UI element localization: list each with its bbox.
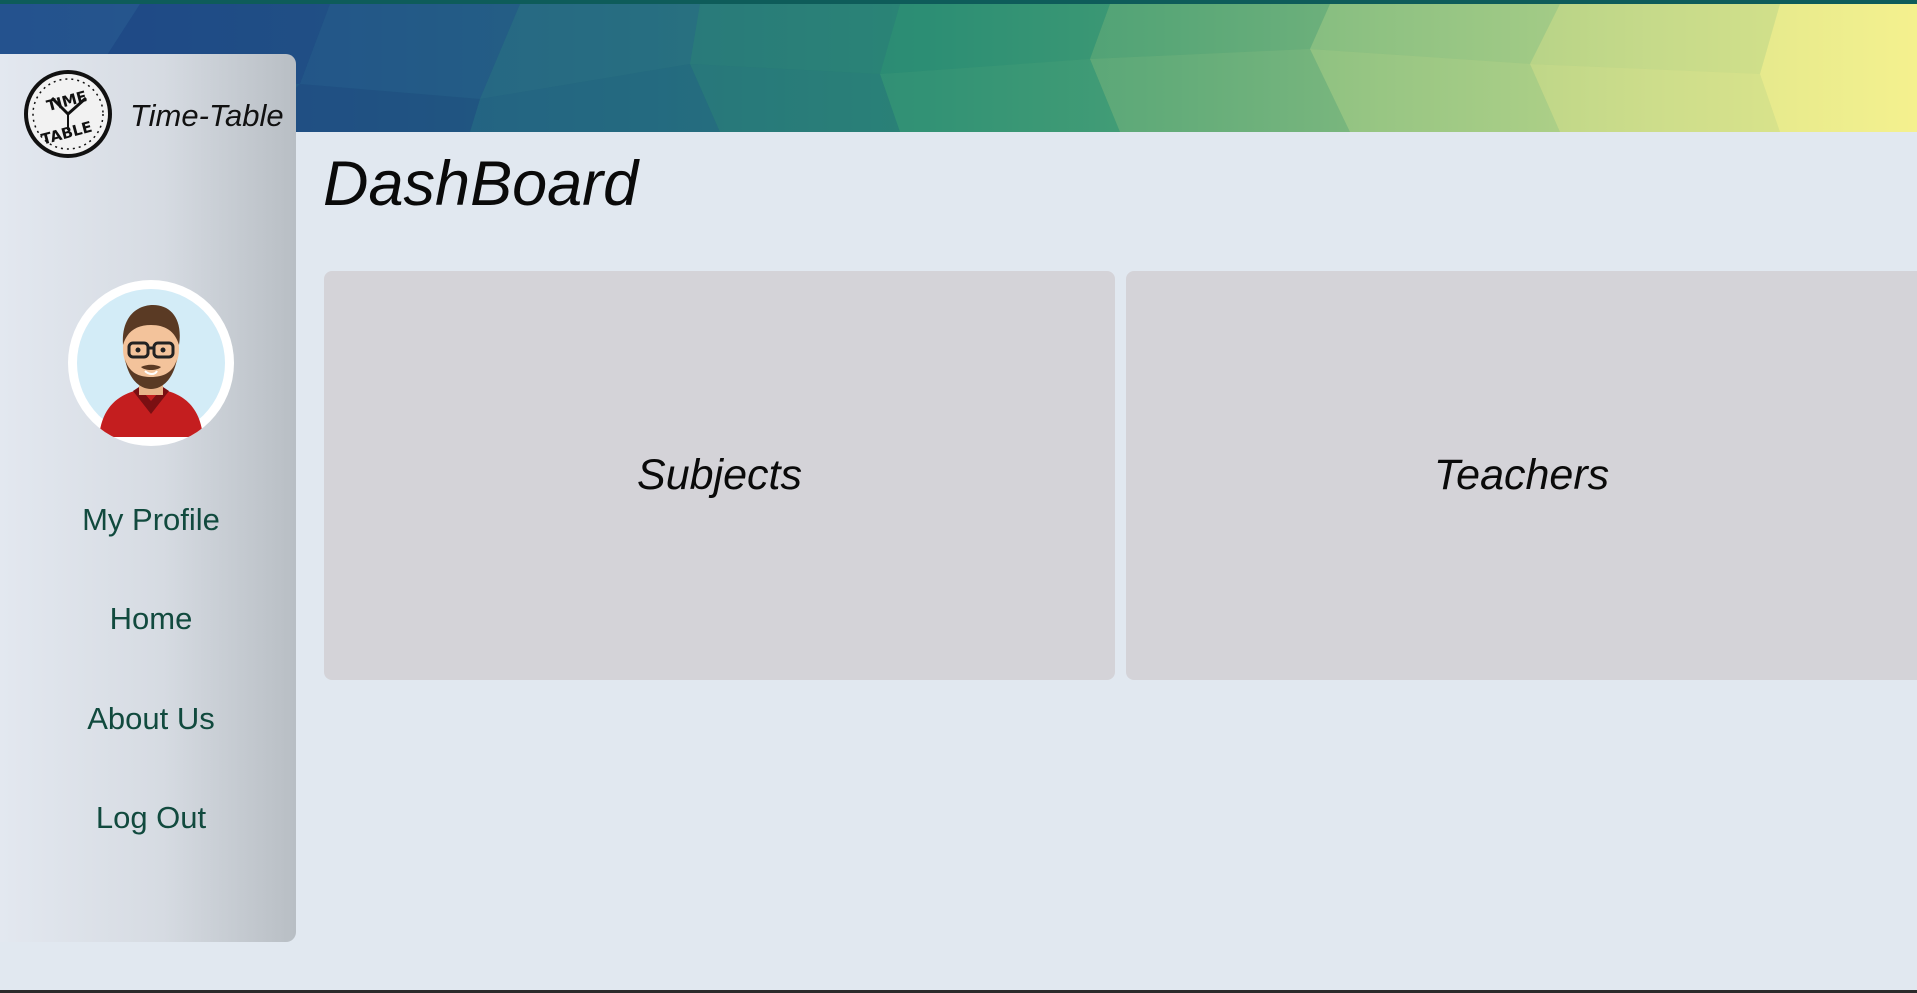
sidebar: TIME TABLE Time-Table My Profile Home Ab… xyxy=(0,54,296,942)
sidebar-item-home[interactable]: Home xyxy=(0,601,302,637)
user-avatar-icon[interactable] xyxy=(68,280,234,446)
clock-logo-icon[interactable]: TIME TABLE xyxy=(22,68,114,160)
teachers-card-label: Teachers xyxy=(1433,451,1610,499)
brand-name: Time-Table xyxy=(130,98,284,133)
sidebar-item-my-profile[interactable]: My Profile xyxy=(0,502,302,538)
page-title: DashBoard xyxy=(323,149,639,219)
subjects-card[interactable]: Subjects xyxy=(324,271,1115,680)
sidebar-item-about-us[interactable]: About Us xyxy=(0,701,302,737)
sidebar-item-log-out[interactable]: Log Out xyxy=(0,800,302,836)
subjects-card-label: Subjects xyxy=(637,451,802,499)
teachers-card[interactable]: Teachers xyxy=(1126,271,1917,680)
